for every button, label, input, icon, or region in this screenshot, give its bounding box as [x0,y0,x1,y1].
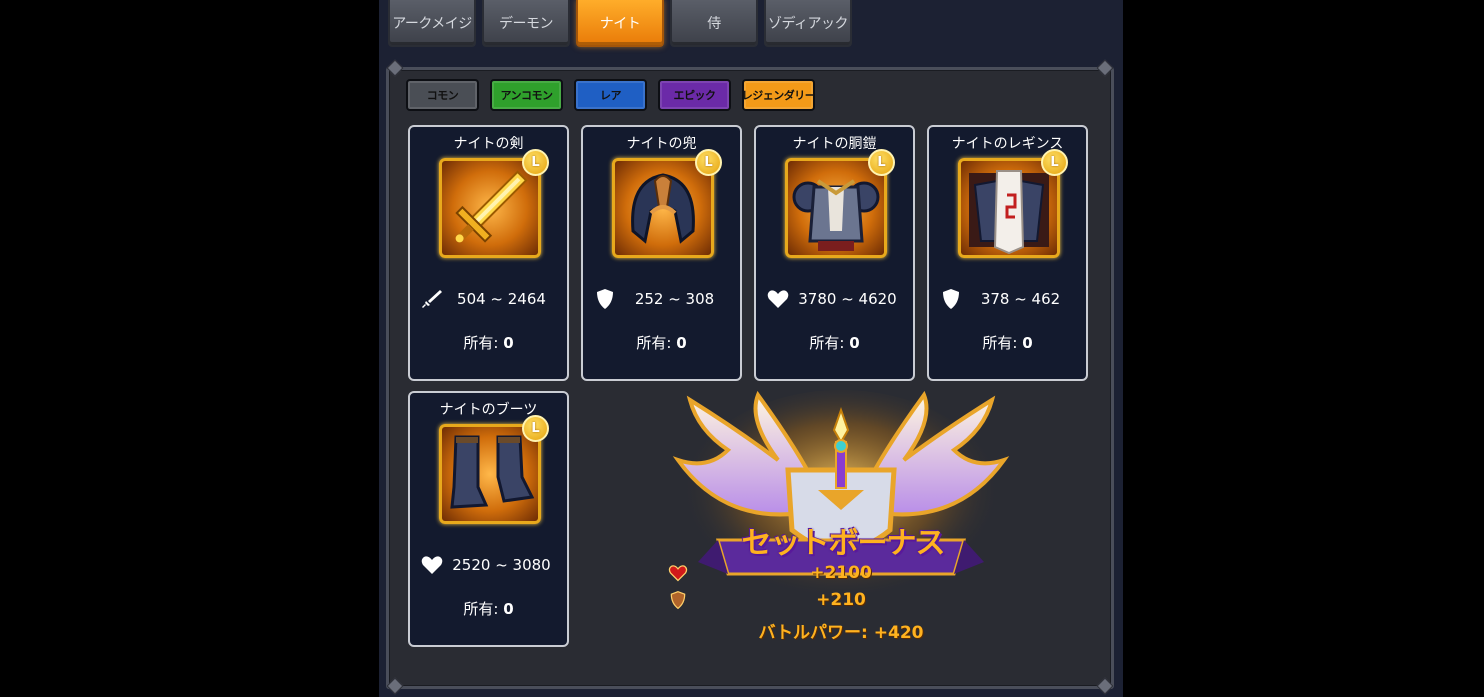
stat-row: 504 ~ 2464 [420,287,561,311]
legendary-badge: L [868,149,895,176]
knight-boots-icon [439,424,541,524]
set-bonus-defense: +210 [668,590,1014,610]
knight-leggings-icon [958,158,1060,258]
rarity-label: コモン [426,89,459,102]
item-card-boots[interactable]: ナイトのブーツ L 2520 ~ 3080 所有: 0 [408,391,569,647]
heart-icon [668,565,688,582]
rarity-uncommon-button[interactable]: アンコモン [490,79,563,111]
stat-row: 2520 ~ 3080 [420,553,561,577]
owned-count: 所有: 0 [463,334,514,352]
stat-range: 504 ~ 2464 [457,290,546,308]
owned-count: 所有: 0 [463,600,514,618]
knight-chestplate-icon [785,158,887,258]
set-bonus-title: セットボーナス [741,526,946,561]
stat-range: 2520 ~ 3080 [452,556,551,574]
rarity-label: アンコモン [500,89,553,102]
item-name: ナイトのブーツ [439,402,538,418]
tab-demon[interactable]: デーモン [482,0,570,47]
stat-range: 3780 ~ 4620 [798,290,897,308]
rarity-rare-button[interactable]: レア [574,79,647,111]
stat-row: 378 ~ 462 [939,287,1080,311]
knight-helm-icon [612,158,714,258]
item-card-sword[interactable]: ナイトの剣 L 504 ~ 2464 所有: 0 [408,125,569,381]
legendary-badge: L [522,415,549,442]
item-name: ナイトの剣 [453,136,524,152]
knight-sword-icon [439,158,541,258]
item-card-leggings[interactable]: ナイトのレギンス L 378 ~ 462 所有: 0 [927,125,1088,381]
rarity-epic-button[interactable]: エピック [658,79,731,111]
owned-count: 所有: 0 [809,334,860,352]
owned-count: 所有: 0 [982,334,1033,352]
owned-count: 所有: 0 [636,334,687,352]
set-bonus-hp: +2100 [668,563,1014,583]
rarity-common-button[interactable]: コモン [406,79,479,111]
stat-row: 252 ~ 308 [593,287,734,311]
rarity-filter-bar: コモン アンコモン レア エピック レジェンダリー [406,79,816,111]
shield-icon [670,590,686,610]
item-card-chest[interactable]: ナイトの胴鎧 L 3780 ~ 4620 所有: 0 [754,125,915,381]
class-tab-bar: アークメイジ デーモン ナイト 侍 ゾディアック [388,0,852,48]
stat-range: 252 ~ 308 [634,290,715,308]
rarity-label: レア [600,89,622,102]
set-bonus-battle-power: バトルパワー: +420 [758,623,924,643]
item-name: ナイトのレギンス [951,136,1064,152]
tab-arcmage[interactable]: アークメイジ [388,0,476,47]
item-card-helm[interactable]: ナイトの兜 L 252 ~ 308 所有: 0 [581,125,742,381]
rarity-label: エピック [673,89,717,102]
set-bonus-panel: セットボーナス +2100 +210 バトルパワー: +420 [668,390,1014,646]
rarity-legendary-button[interactable]: レジェンダリー [742,79,816,111]
item-name: ナイトの兜 [626,136,697,152]
tab-zodiac[interactable]: ゾディアック [764,0,852,47]
item-name: ナイトの胴鎧 [792,136,877,152]
stat-range: 378 ~ 462 [980,290,1061,308]
legendary-badge: L [1041,149,1068,176]
rarity-label: レジェンダリー [741,89,816,102]
tab-knight[interactable]: ナイト [576,0,664,47]
tab-samurai[interactable]: 侍 [670,0,758,47]
stat-row: 3780 ~ 4620 [766,287,907,311]
legendary-badge: L [522,149,549,176]
legendary-badge: L [695,149,722,176]
